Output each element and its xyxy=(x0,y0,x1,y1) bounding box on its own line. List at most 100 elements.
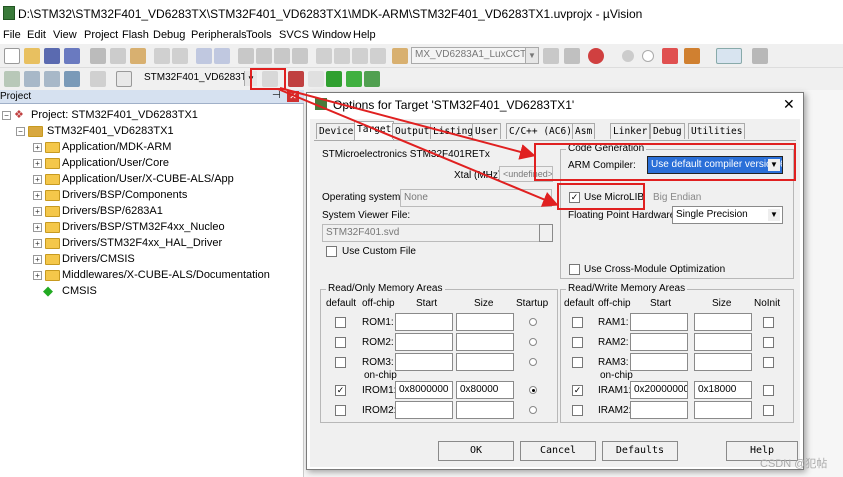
ro-size-input[interactable] xyxy=(456,401,514,419)
menu-file[interactable]: File xyxy=(3,29,21,41)
bookmark-prev-icon[interactable] xyxy=(256,48,272,64)
expand-icon[interactable]: + xyxy=(33,143,42,152)
rebuild-icon[interactable] xyxy=(44,71,60,87)
copy-icon[interactable] xyxy=(110,48,126,64)
chevron-down-icon[interactable]: ▼ xyxy=(525,48,538,63)
ro-default-checkbox[interactable] xyxy=(335,317,346,328)
rw-default-checkbox[interactable] xyxy=(572,337,583,348)
expand-icon[interactable]: + xyxy=(33,175,42,184)
menu-flash[interactable]: Flash xyxy=(122,29,149,41)
rw-start-input[interactable] xyxy=(630,333,688,351)
breakpoint-kill-icon[interactable] xyxy=(684,48,700,64)
configure-wrench-icon[interactable] xyxy=(752,48,768,64)
file-extensions-icon[interactable] xyxy=(288,71,304,87)
expand-icon[interactable]: + xyxy=(33,239,42,248)
menu-window[interactable]: Window xyxy=(312,29,351,41)
stop-build-icon[interactable] xyxy=(90,71,106,87)
cross-module-checkbox[interactable] xyxy=(569,264,580,275)
component-icon[interactable] xyxy=(364,71,380,87)
tab-output[interactable]: Output xyxy=(392,123,433,139)
ro-startup-radio[interactable] xyxy=(529,386,537,394)
expand-icon[interactable]: + xyxy=(33,255,42,264)
tab-linker[interactable]: Linker xyxy=(610,123,651,139)
collapse-icon[interactable]: − xyxy=(2,111,11,120)
menu-debug[interactable]: Debug xyxy=(153,29,185,41)
tab-utilities[interactable]: Utilities xyxy=(688,123,746,139)
close-icon[interactable]: ✕ xyxy=(287,91,299,102)
build-icon[interactable] xyxy=(24,71,40,87)
rw-size-input[interactable] xyxy=(694,333,752,351)
ro-start-input[interactable] xyxy=(395,401,453,419)
find-combo[interactable]: MX_VD6283A1_LuxCCT_Ini ▼ xyxy=(411,47,539,64)
window-layout-icon[interactable] xyxy=(716,48,742,64)
menu-project[interactable]: Project xyxy=(84,29,118,41)
tab-debug[interactable]: Debug xyxy=(650,123,685,139)
ro-default-checkbox[interactable]: ✓ xyxy=(335,385,346,396)
ro-size-input[interactable] xyxy=(456,313,514,331)
expand-icon[interactable]: + xyxy=(33,207,42,216)
manage-rte-icon[interactable] xyxy=(308,71,324,87)
ro-startup-radio[interactable] xyxy=(529,318,537,326)
target-select[interactable]: STM32F401_VD6283TX1 ▼ xyxy=(140,70,258,87)
ro-start-input[interactable]: 0x8000000 xyxy=(395,381,453,399)
tab-user[interactable]: User xyxy=(472,123,501,139)
dialog-close-button[interactable]: ✕ xyxy=(783,96,795,113)
rw-default-checkbox[interactable] xyxy=(572,317,583,328)
ro-startup-radio[interactable] xyxy=(529,338,537,346)
new-file-icon[interactable] xyxy=(4,48,20,64)
translate-icon[interactable] xyxy=(4,71,20,87)
svf-browse-button[interactable] xyxy=(539,224,553,242)
batch-build-icon[interactable] xyxy=(64,71,80,87)
rw-noinit-checkbox[interactable] xyxy=(763,317,774,328)
open-file-icon[interactable] xyxy=(24,48,40,64)
collapse-icon[interactable]: − xyxy=(16,127,25,136)
expand-icon[interactable]: + xyxy=(33,191,42,200)
tab-listing[interactable]: Listing xyxy=(430,123,477,139)
nav-back-icon[interactable] xyxy=(196,48,212,64)
pack-installer-icon[interactable] xyxy=(326,71,342,87)
save-icon[interactable] xyxy=(44,48,60,64)
pin-icon[interactable]: ⊣ xyxy=(272,90,281,101)
bookmark-icon[interactable] xyxy=(238,48,254,64)
rw-default-checkbox[interactable] xyxy=(572,357,583,368)
ro-default-checkbox[interactable] xyxy=(335,357,346,368)
rw-noinit-checkbox[interactable] xyxy=(763,357,774,368)
tab-device[interactable]: Device xyxy=(316,123,357,139)
uncomment-icon[interactable] xyxy=(370,48,386,64)
download-icon[interactable] xyxy=(116,71,132,87)
ok-button[interactable]: OK xyxy=(438,441,514,461)
expand-icon[interactable]: + xyxy=(33,159,42,168)
expand-icon[interactable]: + xyxy=(33,223,42,232)
find-in-files-icon[interactable] xyxy=(392,48,408,64)
incremental-find-icon[interactable] xyxy=(564,48,580,64)
menu-edit[interactable]: Edit xyxy=(27,29,46,41)
unindent-icon[interactable] xyxy=(334,48,350,64)
ro-default-checkbox[interactable] xyxy=(335,405,346,416)
custom-file-checkbox[interactable] xyxy=(326,246,337,257)
breakpoint-clear-icon[interactable] xyxy=(662,48,678,64)
undo-icon[interactable] xyxy=(154,48,170,64)
find-icon[interactable] xyxy=(543,48,559,64)
save-all-icon[interactable] xyxy=(64,48,80,64)
ro-start-input[interactable] xyxy=(395,333,453,351)
rw-size-input[interactable] xyxy=(694,401,752,419)
menu-peripherals[interactable]: Peripherals xyxy=(191,29,247,41)
rw-start-input[interactable] xyxy=(630,353,688,371)
rw-start-input[interactable]: 0x20000000 xyxy=(630,381,688,399)
ro-startup-radio[interactable] xyxy=(529,358,537,366)
select-packs-icon[interactable] xyxy=(346,71,362,87)
cut-icon[interactable] xyxy=(90,48,106,64)
ro-size-input[interactable]: 0x80000 xyxy=(456,381,514,399)
rw-default-checkbox[interactable] xyxy=(572,405,583,416)
ro-size-input[interactable] xyxy=(456,333,514,351)
breakpoint-icon[interactable] xyxy=(622,50,634,62)
redo-icon[interactable] xyxy=(172,48,188,64)
ro-default-checkbox[interactable] xyxy=(335,337,346,348)
menu-svcs[interactable]: SVCS xyxy=(279,29,309,41)
bookmark-next-icon[interactable] xyxy=(274,48,290,64)
cancel-button[interactable]: Cancel xyxy=(520,441,596,461)
rw-noinit-checkbox[interactable] xyxy=(763,337,774,348)
rw-noinit-checkbox[interactable] xyxy=(763,385,774,396)
menu-help[interactable]: Help xyxy=(353,29,376,41)
rw-default-checkbox[interactable]: ✓ xyxy=(572,385,583,396)
